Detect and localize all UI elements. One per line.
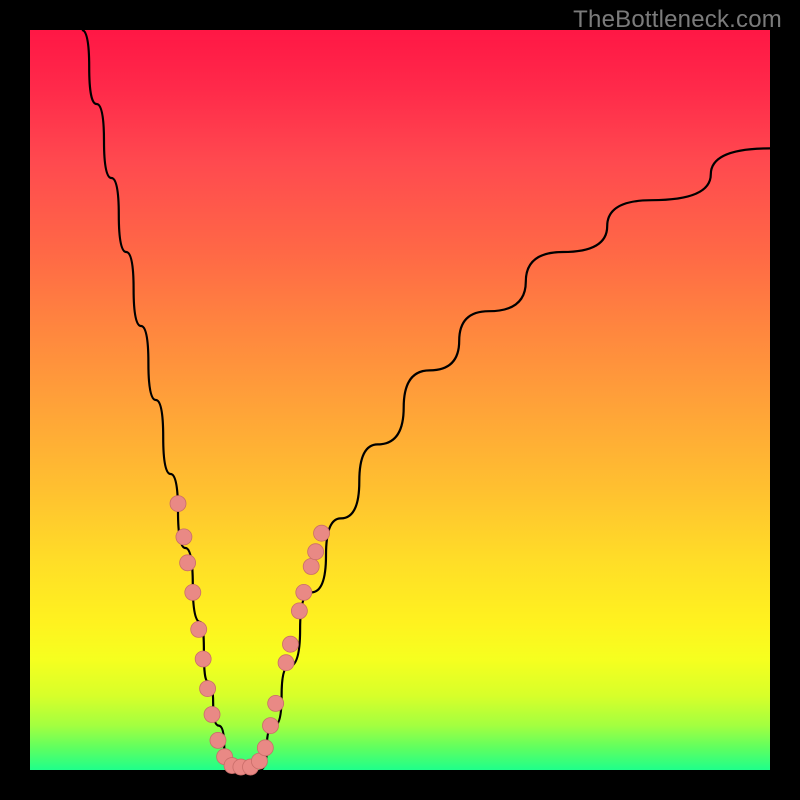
data-marker — [296, 584, 312, 600]
data-marker — [195, 651, 211, 667]
data-marker — [282, 636, 298, 652]
data-marker — [170, 496, 186, 512]
data-marker — [200, 681, 216, 697]
data-marker — [314, 525, 330, 541]
data-marker — [185, 584, 201, 600]
data-marker — [176, 529, 192, 545]
data-marker — [210, 732, 226, 748]
data-marker — [263, 718, 279, 734]
data-marker — [268, 695, 284, 711]
bottleneck-curve-right — [259, 148, 770, 770]
chart-frame: TheBottleneck.com — [0, 0, 800, 800]
data-marker — [278, 655, 294, 671]
data-marker — [180, 555, 196, 571]
data-marker — [204, 707, 220, 723]
plot-area — [30, 30, 770, 770]
data-marker — [257, 740, 273, 756]
marker-group — [170, 496, 330, 775]
curve-layer — [30, 30, 770, 770]
data-marker — [291, 603, 307, 619]
data-marker — [303, 559, 319, 575]
data-marker — [191, 621, 207, 637]
data-marker — [308, 544, 324, 560]
